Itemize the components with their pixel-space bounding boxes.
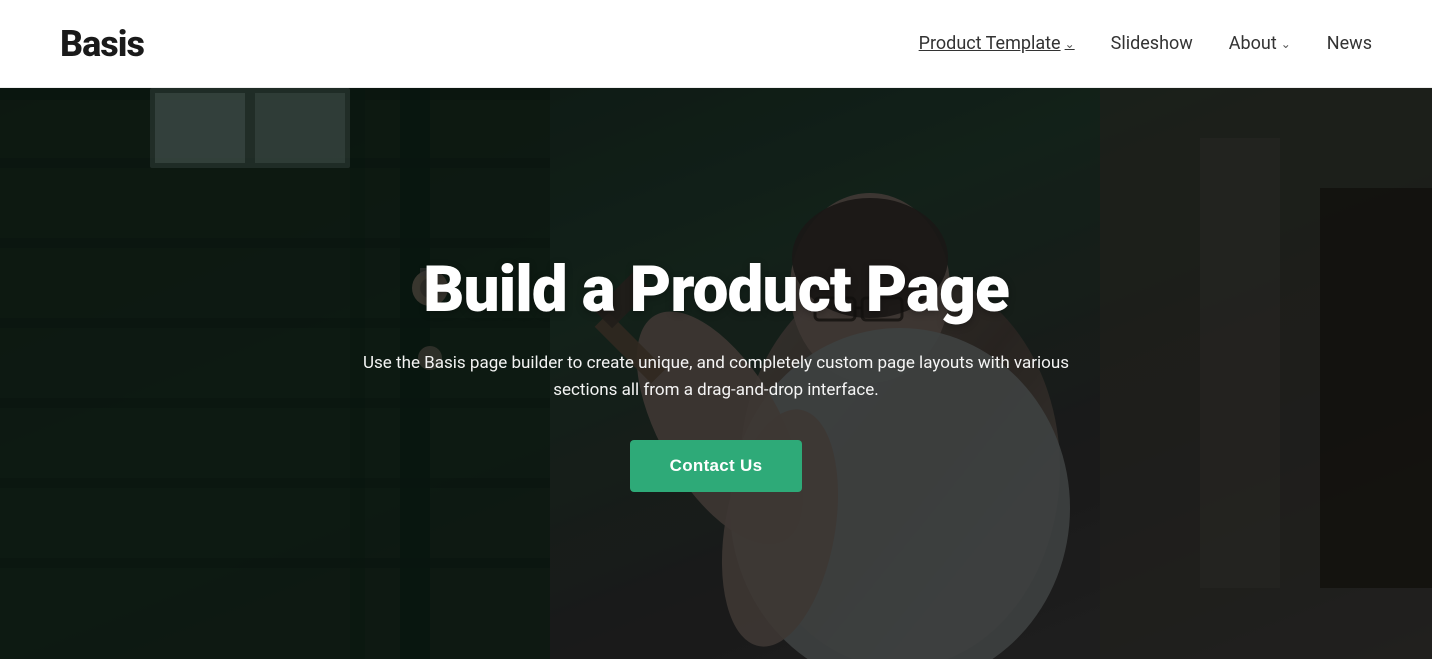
hero-content: Build a Product Page Use the Basis page … [336,255,1096,492]
chevron-down-icon: ⌄ [1281,37,1291,51]
site-logo[interactable]: Basis [60,23,144,65]
chevron-down-icon: ⌄ [1065,37,1075,51]
nav-item-product-template[interactable]: Product Template ⌄ [919,33,1075,54]
site-header: Basis Product Template ⌄ Slideshow About… [0,0,1432,88]
hero-section: Build a Product Page Use the Basis page … [0,88,1432,659]
hero-subtitle: Use the Basis page builder to create uni… [356,350,1076,404]
main-nav: Product Template ⌄ Slideshow About ⌄ New… [919,33,1372,54]
contact-us-button[interactable]: Contact Us [630,440,803,492]
nav-item-slideshow[interactable]: Slideshow [1111,33,1193,54]
nav-item-about[interactable]: About ⌄ [1229,33,1291,54]
nav-item-news[interactable]: News [1327,33,1372,54]
hero-title: Build a Product Page [356,255,1076,325]
